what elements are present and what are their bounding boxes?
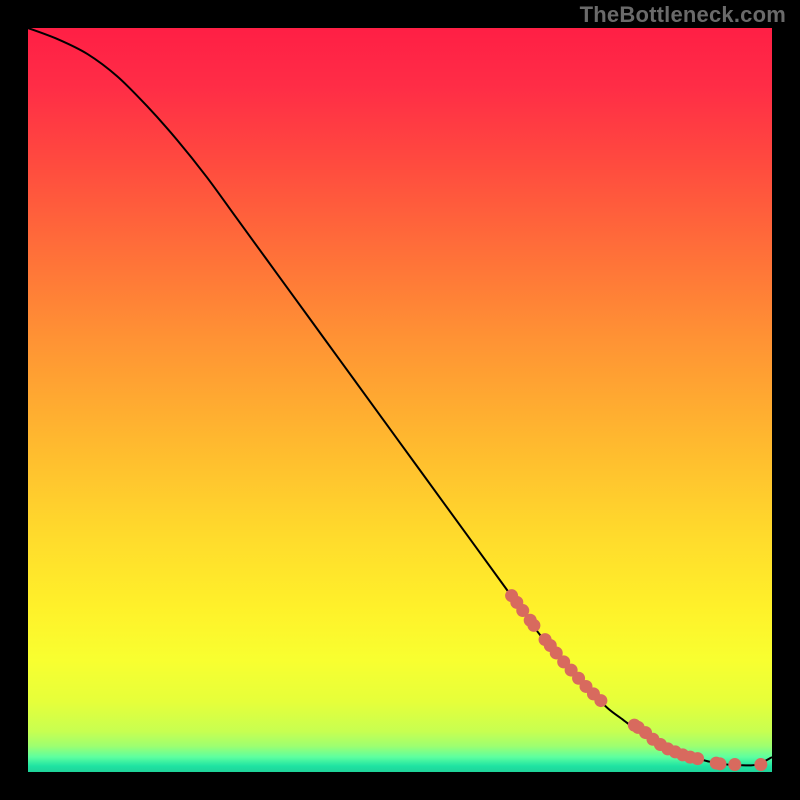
data-point <box>713 757 726 770</box>
data-point <box>594 694 607 707</box>
bottleneck-chart <box>28 28 772 772</box>
data-point <box>728 758 741 771</box>
data-point <box>754 758 767 771</box>
data-point <box>527 619 540 632</box>
chart-frame: TheBottleneck.com <box>0 0 800 800</box>
plot-area <box>28 28 772 772</box>
gradient-background <box>28 28 772 772</box>
watermark-text: TheBottleneck.com <box>580 2 786 28</box>
data-point <box>691 752 704 765</box>
